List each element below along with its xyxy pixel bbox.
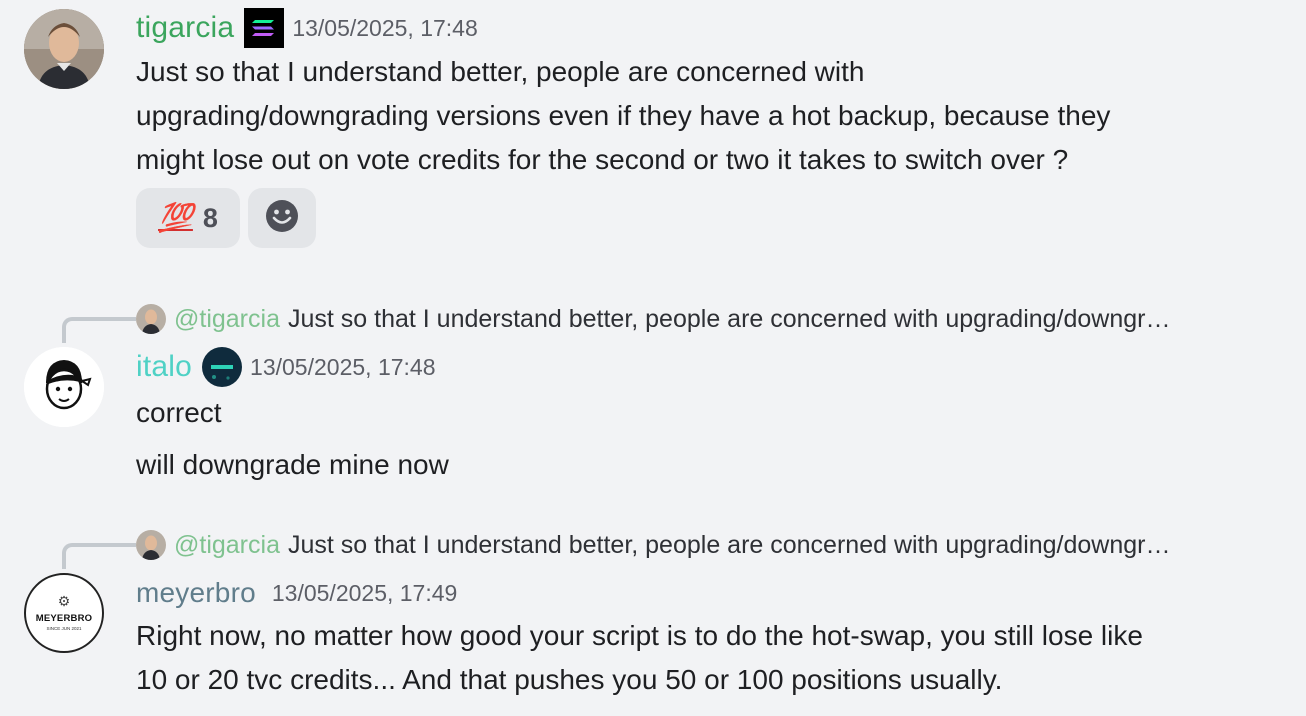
100-emoji-icon: 💯 <box>158 202 193 233</box>
reaction-100[interactable]: 💯 8 <box>136 188 240 248</box>
message-header: italo 13/05/2025, 17:48 <box>136 345 436 389</box>
message-tigarcia: tigarcia 13/05/2025, 17:48 Just so that … <box>0 0 1306 260</box>
solana-badge-icon[interactable] <box>244 8 285 48</box>
message-line: might lose out on vote credits for the s… <box>136 144 1069 175</box>
message-line: upgrading/downgrading versions even if t… <box>136 100 1111 131</box>
message-italo: @tigarcia Just so that I understand bett… <box>0 295 1306 495</box>
timestamp[interactable]: 13/05/2025, 17:49 <box>272 580 457 607</box>
reply-mention[interactable]: @tigarcia <box>174 531 280 560</box>
reply-connector <box>62 543 136 569</box>
avatar-meyerbro[interactable]: ⚙ MEYERBRO SINCE JUN 2021 <box>24 573 104 653</box>
username[interactable]: italo <box>136 350 192 384</box>
reply-connector <box>62 317 136 343</box>
reply-preview[interactable]: @tigarcia Just so that I understand bett… <box>136 301 1171 337</box>
message-line: Right now, no matter how good your scrip… <box>136 620 1143 651</box>
username[interactable]: tigarcia <box>136 11 234 45</box>
gear-icon: ⚙ <box>57 593 71 609</box>
message-line: will downgrade mine now <box>136 449 449 480</box>
avatar-tigarcia[interactable] <box>24 9 104 89</box>
username[interactable]: meyerbro <box>136 577 256 609</box>
avatar-logo-text: MEYERBRO <box>35 613 93 624</box>
message-meyerbro: @tigarcia Just so that I understand bett… <box>0 521 1306 716</box>
reaction-count: 8 <box>202 202 218 233</box>
reply-preview[interactable]: @tigarcia Just so that I understand bett… <box>136 527 1171 563</box>
reactions: 💯 8 <box>136 188 316 248</box>
reply-text[interactable]: Just so that I understand better, people… <box>288 305 1171 334</box>
message-content: Right now, no matter how good your scrip… <box>136 614 1143 702</box>
reply-avatar <box>136 530 166 560</box>
message-header: tigarcia 13/05/2025, 17:48 <box>136 6 478 50</box>
timestamp[interactable]: 13/05/2025, 17:48 <box>292 15 477 42</box>
reply-mention[interactable]: @tigarcia <box>174 305 280 334</box>
timestamp[interactable]: 13/05/2025, 17:48 <box>250 354 435 381</box>
message-content: Just so that I understand better, people… <box>136 50 1110 182</box>
avatar-italo[interactable] <box>24 347 104 427</box>
message-line: Just so that I understand better, people… <box>136 56 865 87</box>
message-line: correct <box>136 397 222 428</box>
message-content: correct will downgrade mine now <box>136 387 449 491</box>
add-reaction-button[interactable] <box>248 188 316 248</box>
server-badge-icon[interactable] <box>202 347 243 387</box>
message-header: meyerbro 13/05/2025, 17:49 <box>136 571 457 615</box>
reply-text[interactable]: Just so that I understand better, people… <box>288 531 1171 560</box>
avatar-logo-subtext: SINCE JUN 2021 <box>46 626 82 631</box>
smiley-icon <box>265 199 299 238</box>
reply-avatar <box>136 304 166 334</box>
message-line: 10 or 20 tvc credits... And that pushes … <box>136 664 1003 695</box>
